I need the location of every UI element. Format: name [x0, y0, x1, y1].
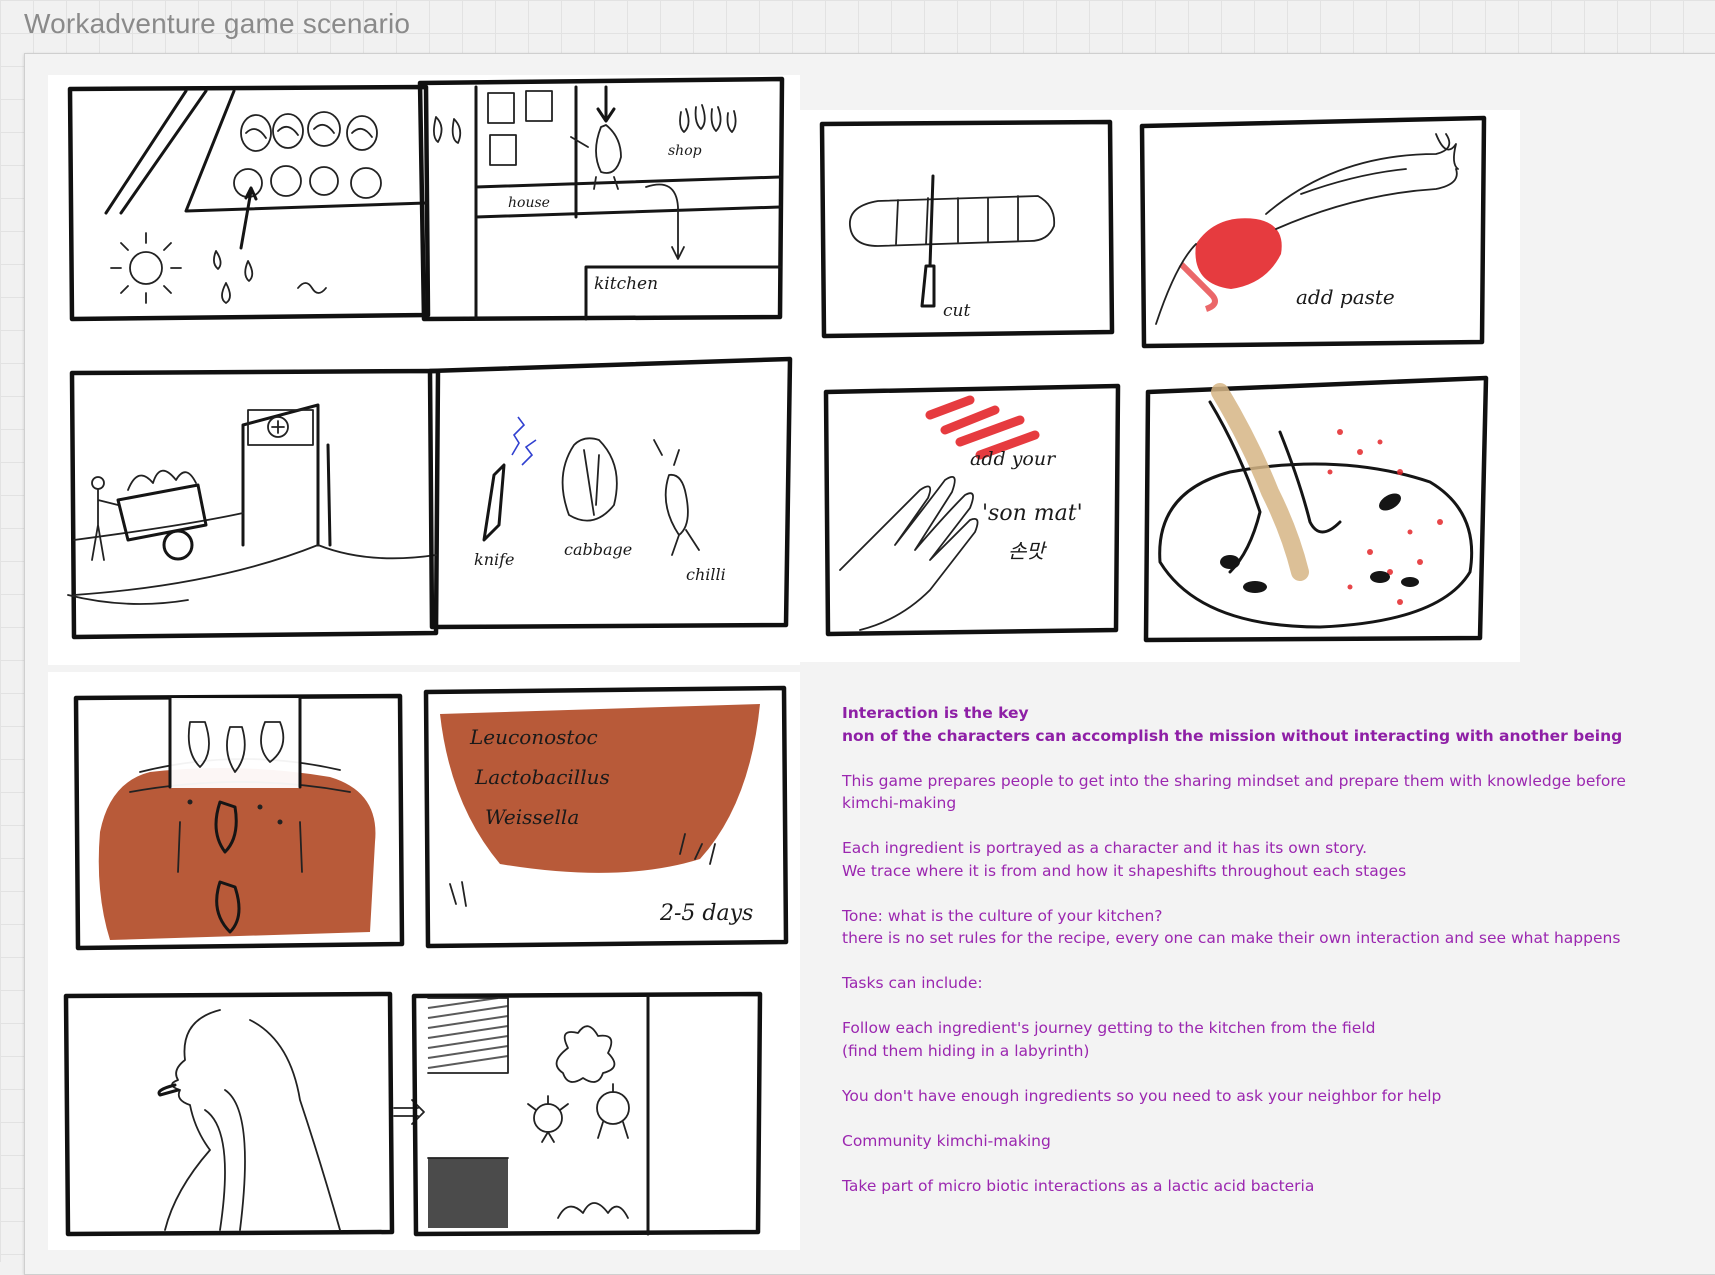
- note-p3-line2: there is no set rules for the recipe, ev…: [842, 929, 1621, 947]
- label-shop: shop: [668, 143, 702, 159]
- panel-map: shop house kitchen: [416, 76, 788, 325]
- whiteboard-canvas[interactable]: Workadventure game scenario shop house k…: [0, 0, 1715, 1275]
- label-days: 2-5 days: [659, 901, 753, 926]
- note-p1-line1: This game prepares people to get into th…: [842, 771, 1626, 790]
- note-p5-line1: Follow each ingredient's journey getting…: [842, 1019, 1376, 1037]
- panel-characters: knife cabbage chilli: [424, 355, 796, 635]
- label-weissella: Weissella: [485, 805, 579, 829]
- note-p3-line1: Tone: what is the culture of your kitche…: [842, 906, 1163, 925]
- label-chilli: chilli: [686, 565, 726, 584]
- panel-bacteria: Leuconostoc Lactobacillus Weissella 2-5 …: [420, 684, 792, 952]
- storyboard-sheet-1[interactable]: shop house kitchen knife cabbage chilli: [48, 75, 800, 665]
- storyboard-sheet-3[interactable]: Leuconostoc Lactobacillus Weissella 2-5 …: [48, 672, 800, 1250]
- panel-onggi-jar: [70, 692, 410, 952]
- note-p4: Tasks can include:: [842, 974, 983, 992]
- notes-text-block[interactable]: Interaction is the key non of the charac…: [842, 702, 1702, 1220]
- panel-cut: cut: [818, 116, 1118, 342]
- label-lactobacillus: Lactobacillus: [474, 765, 610, 789]
- panel-cart: [67, 365, 444, 641]
- note-p1-line2: kimchi-making: [842, 794, 957, 812]
- label-cut: cut: [943, 301, 970, 321]
- panel-son-mat: add your 'son mat' 손맛: [820, 380, 1126, 640]
- panel-field: [66, 83, 436, 323]
- label-add-paste: add paste: [1296, 285, 1395, 309]
- storyboard-sheet-2[interactable]: cut add paste add your 'son mat' 손맛: [800, 110, 1520, 662]
- note-p6: You don't have enough ingredients so you…: [842, 1086, 1442, 1105]
- label-son-mat-korean: 손맛: [1008, 539, 1047, 563]
- label-leuconostoc: Leuconostoc: [469, 725, 598, 749]
- note-p7: Community kimchi-making: [842, 1131, 1051, 1150]
- note-p8: Take part of micro biotic interactions a…: [842, 1176, 1315, 1195]
- panel-microbes: [408, 988, 768, 1242]
- label-add-your: add your: [970, 448, 1057, 470]
- label-son-mat: 'son mat': [982, 501, 1083, 526]
- panel-tasting: [60, 990, 400, 1240]
- note-p2-line2: We trace where it is from and how it sha…: [842, 861, 1407, 880]
- note-heading-2: non of the characters can accomplish the…: [842, 726, 1623, 745]
- panel-add-paste: add paste: [1136, 114, 1492, 352]
- label-knife: knife: [474, 550, 515, 569]
- label-cabbage: cabbage: [564, 540, 632, 559]
- note-p5-line2: (find them hiding in a labyrinth): [842, 1041, 1090, 1060]
- note-p2-line1: Each ingredient is portrayed as a charac…: [842, 839, 1368, 857]
- panel-mixing: [1140, 372, 1494, 646]
- frame-title[interactable]: Workadventure game scenario: [24, 8, 410, 40]
- label-house: house: [508, 195, 550, 211]
- note-heading-1: Interaction is the key: [842, 704, 1029, 722]
- label-kitchen: kitchen: [594, 274, 658, 294]
